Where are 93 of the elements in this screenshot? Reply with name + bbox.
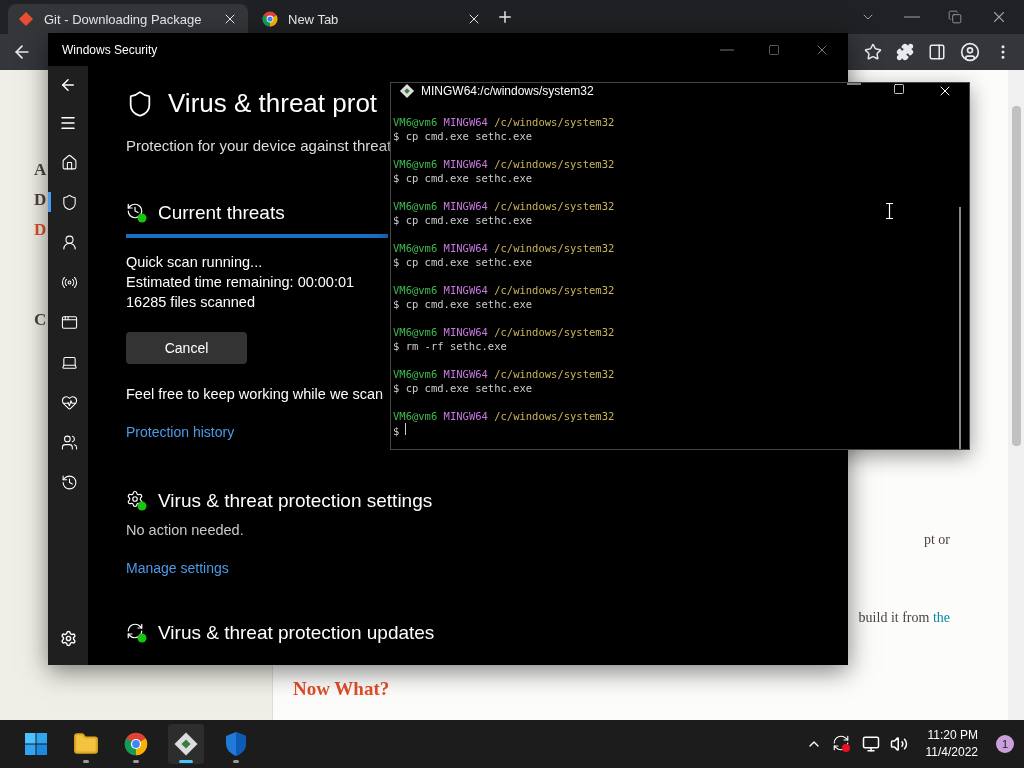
browser-tab[interactable]: Git - Downloading Package (8, 4, 248, 34)
shield-icon[interactable] (224, 731, 248, 757)
scrollbar[interactable] (1008, 70, 1024, 720)
heading-fragment: A (34, 160, 47, 180)
text-cursor (405, 423, 407, 435)
section-title: Virus & threat protection updates (158, 622, 435, 644)
prompt-system: MINGW64 (443, 284, 488, 296)
heading-fragment: C (34, 310, 47, 330)
app-icon (61, 313, 78, 331)
section-title: Virus & threat protection settings (158, 490, 433, 512)
heading-fragment: D (34, 220, 47, 240)
sync-check-icon (126, 622, 148, 644)
input-prompt: $ (393, 425, 400, 437)
command-line: $ cp cmd.exe sethc.exe (393, 256, 533, 268)
prompt-system: MINGW64 (443, 158, 488, 170)
settings-status: No action needed. (126, 521, 244, 540)
mouse-cursor-icon (886, 203, 893, 219)
extensions-icon[interactable] (896, 43, 914, 61)
command-line: $ cp cmd.exe sethc.exe (393, 172, 533, 184)
prompt-user: VM6@vm6 (393, 368, 438, 380)
account-icon (61, 233, 78, 251)
heading-fragment: D (34, 190, 47, 210)
volume-icon[interactable] (889, 735, 908, 753)
chrome-logo-icon (124, 732, 148, 756)
prompt-path: /c/windows/system32 (494, 368, 615, 380)
side-panel-icon[interactable] (928, 43, 946, 61)
menu-icon[interactable] (59, 114, 77, 132)
command-line: $ cp cmd.exe sethc.exe (393, 214, 533, 226)
command-line: $ cp cmd.exe sethc.exe (393, 382, 533, 394)
windows-start-icon[interactable] (24, 732, 48, 756)
clock-time[interactable]: 11:20 PM (927, 727, 978, 744)
prompt-user: VM6@vm6 (393, 200, 438, 212)
scrollbar-thumb[interactable] (959, 207, 961, 449)
page-link[interactable]: the (932, 610, 950, 625)
scan-note: Feel free to keep working while we scan (126, 385, 384, 404)
taskbar-app[interactable] (168, 724, 204, 764)
scan-eta: Estimated time remaining: 00:00:01 (126, 273, 355, 292)
maximize-icon (768, 43, 780, 56)
new-tab-icon[interactable] (496, 8, 514, 26)
network-icon[interactable] (861, 735, 880, 753)
prompt-path: /c/windows/system32 (494, 410, 615, 422)
back-icon[interactable] (59, 76, 77, 94)
page-subtitle: Protection for your device against threat (126, 137, 392, 154)
page-text: build it from the (858, 610, 950, 626)
prompt-user: VM6@vm6 (393, 158, 438, 170)
prompt-path: /c/windows/system32 (494, 242, 615, 254)
section-heading: Now What? (293, 678, 391, 700)
folder-icon[interactable] (73, 731, 99, 757)
health-icon (61, 393, 78, 411)
command-line: $ cp cmd.exe sethc.exe (393, 130, 533, 142)
prompt-path: /c/windows/system32 (494, 116, 615, 128)
home-icon (61, 153, 78, 171)
prompt-path: /c/windows/system32 (494, 284, 615, 296)
family-icon (61, 433, 78, 451)
window-title: Windows Security (62, 42, 158, 57)
page-title: Virus & threat prot (168, 88, 378, 119)
maximize-icon (893, 83, 905, 95)
page-text: pt or (923, 532, 950, 548)
prompt-user: VM6@vm6 (393, 326, 438, 338)
clock-date[interactable]: 11/4/2022 (925, 744, 978, 761)
section-title: Current threats (158, 202, 285, 224)
scan-status: Quick scan running... (126, 253, 263, 272)
shield-icon (61, 193, 78, 211)
prompt-path: /c/windows/system32 (494, 200, 615, 212)
profile-icon[interactable] (960, 42, 980, 62)
bookmark-star-icon[interactable] (864, 43, 882, 61)
chrome-logo-icon (262, 11, 278, 27)
settings-icon[interactable] (59, 630, 77, 647)
sync-alert-icon[interactable] (831, 734, 852, 754)
browser-tab[interactable]: New Tab (252, 4, 492, 34)
prompt-user: VM6@vm6 (393, 116, 438, 128)
cancel-button[interactable]: Cancel (126, 332, 247, 364)
prompt-path: /c/windows/system32 (494, 158, 615, 170)
window-title: MINGW64:/c/windows/system32 (421, 84, 594, 98)
prompt-system: MINGW64 (443, 368, 488, 380)
prompt-user: VM6@vm6 (393, 284, 438, 296)
history-icon (61, 473, 78, 491)
command-line: $ rm -rf sethc.exe (393, 340, 507, 352)
prompt-system: MINGW64 (443, 410, 488, 422)
prompt-user: VM6@vm6 (393, 410, 438, 422)
prompt-system: MINGW64 (443, 116, 488, 128)
prompt-user: VM6@vm6 (393, 242, 438, 254)
prompt-path: /c/windows/system32 (494, 326, 615, 338)
scan-count: 16285 files scanned (126, 293, 255, 312)
clock-check-icon (126, 202, 148, 224)
notification-badge[interactable]: 1 (996, 735, 1014, 753)
prompt-system: MINGW64 (443, 326, 488, 338)
manage-settings-link[interactable]: Manage settings (126, 560, 229, 576)
protection-history-link[interactable]: Protection history (126, 424, 235, 440)
restore-icon (948, 10, 962, 24)
prompt-system: MINGW64 (443, 200, 488, 212)
command-line: $ cp cmd.exe sethc.exe (393, 298, 533, 310)
prompt-system: MINGW64 (443, 242, 488, 254)
